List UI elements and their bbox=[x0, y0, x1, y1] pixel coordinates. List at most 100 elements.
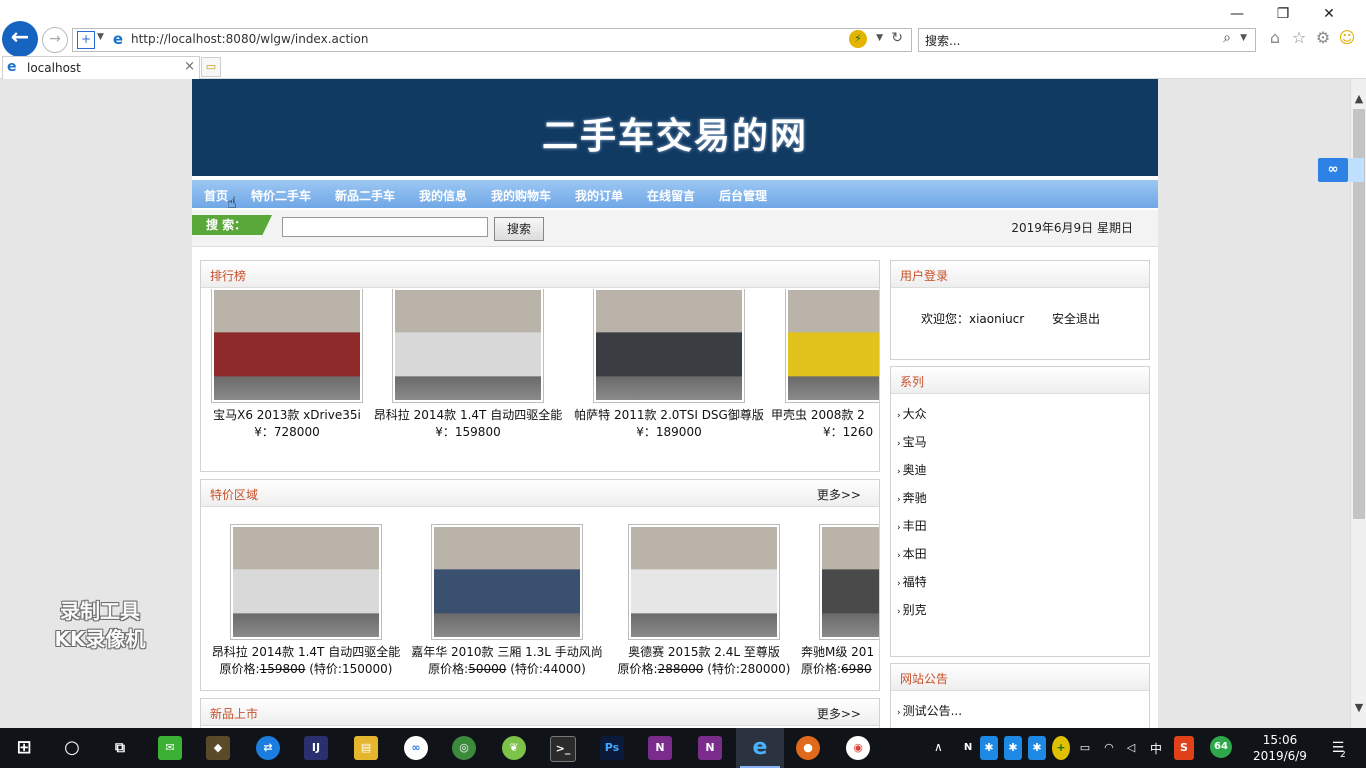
teamviewer-icon[interactable]: ⇄ bbox=[256, 736, 280, 760]
car-name[interactable]: 奥德赛 2015款 2.4L 至尊版 bbox=[604, 643, 804, 660]
compat-view-icon[interactable]: ⚡ bbox=[849, 30, 867, 48]
series-item-label[interactable]: 别克 bbox=[903, 603, 927, 617]
car-name[interactable]: 昂科拉 2014款 1.4T 自动四驱全能 bbox=[206, 643, 406, 660]
minimize-button[interactable]: — bbox=[1214, 4, 1260, 24]
ime-language[interactable]: 中 bbox=[1150, 740, 1162, 780]
wechat-icon[interactable]: ✉ bbox=[158, 736, 182, 760]
series-item-label[interactable]: 本田 bbox=[903, 547, 927, 561]
notice-item[interactable]: › 测试公告... bbox=[897, 702, 962, 728]
car-name[interactable]: 帕萨特 2011款 2.0TSI DSG御尊版 bbox=[569, 406, 769, 423]
series-item[interactable]: › 奔驰 bbox=[897, 489, 927, 517]
car-photo[interactable] bbox=[392, 289, 544, 403]
car-name[interactable]: 奔驰M级 201 bbox=[795, 643, 879, 660]
more-link[interactable]: 更多>> bbox=[817, 486, 861, 503]
site-search-input[interactable] bbox=[282, 217, 488, 237]
nav-messages[interactable]: 在线留言 bbox=[647, 187, 695, 204]
scroll-up-icon[interactable]: ▲ bbox=[1351, 91, 1366, 107]
series-item-label[interactable]: 奔驰 bbox=[903, 491, 927, 505]
task-view-icon[interactable]: ⧉ bbox=[108, 736, 132, 760]
series-item[interactable]: › 宝马 bbox=[897, 433, 927, 461]
series-item-label[interactable]: 大众 bbox=[903, 407, 927, 421]
game-app-icon[interactable]: ◆ bbox=[206, 736, 230, 760]
chevron-down-icon[interactable]: ▼ bbox=[876, 33, 883, 43]
notification-center-icon[interactable]: ☰ bbox=[1326, 736, 1350, 760]
car-name[interactable]: 宝马X6 2013款 xDrive35i bbox=[201, 406, 387, 423]
tab-close-icon[interactable]: × bbox=[184, 59, 195, 74]
chevron-down-icon[interactable]: ▼ bbox=[1240, 33, 1247, 43]
series-item-label[interactable]: 福特 bbox=[903, 575, 927, 589]
gear-icon[interactable]: ⚙ bbox=[1314, 28, 1332, 48]
car-photo[interactable] bbox=[593, 289, 745, 403]
search-circle-icon[interactable]: ○ bbox=[60, 736, 84, 760]
car-photo[interactable] bbox=[211, 289, 363, 403]
recorder-app-icon[interactable]: ● bbox=[796, 736, 820, 760]
car-card[interactable]: 嘉年华 2010款 三厢 1.3L 手动风尚 原价格:50000 (特价:440… bbox=[407, 524, 607, 677]
car-name[interactable]: 嘉年华 2010款 三厢 1.3L 手动风尚 bbox=[407, 643, 607, 660]
chrome-icon[interactable]: ◉ bbox=[846, 736, 870, 760]
globe-app-icon[interactable]: ◎ bbox=[452, 736, 476, 760]
series-item[interactable]: › 丰田 bbox=[897, 517, 927, 545]
nav-special[interactable]: 特价二手车 bbox=[251, 187, 311, 204]
favorites-star-icon[interactable]: ☆ bbox=[1290, 28, 1308, 48]
restore-button[interactable]: ❐ bbox=[1260, 4, 1306, 24]
series-item-label[interactable]: 奥迪 bbox=[903, 463, 927, 477]
series-item[interactable]: › 奥迪 bbox=[897, 461, 927, 489]
onenote-2-icon[interactable]: N bbox=[698, 736, 722, 760]
tray-app-icon[interactable]: ✱ bbox=[980, 736, 998, 760]
ie-taskbar-icon[interactable]: e bbox=[748, 736, 772, 760]
close-window-button[interactable]: ✕ bbox=[1306, 4, 1352, 24]
car-card[interactable]: 甲壳虫 2008款 2 ¥：1260 bbox=[761, 289, 879, 440]
nav-my-info[interactable]: 我的信息 bbox=[419, 187, 467, 204]
car-name[interactable]: 甲壳虫 2008款 2 bbox=[761, 406, 879, 423]
ime-icon[interactable]: N bbox=[956, 736, 980, 760]
forward-button[interactable]: → bbox=[42, 27, 68, 53]
url-text[interactable]: http://localhost:8080/wlgw/index.action bbox=[131, 32, 368, 46]
nav-home[interactable]: 首页 bbox=[204, 187, 228, 204]
system-clock[interactable]: 15:06 2019/6/9 bbox=[1246, 732, 1314, 764]
series-item[interactable]: › 福特 bbox=[897, 573, 927, 601]
search-placeholder[interactable]: 搜索... bbox=[925, 32, 960, 49]
car-card[interactable]: 奥德赛 2015款 2.4L 至尊版 原价格:288000 (特价:280000… bbox=[604, 524, 804, 677]
smiley-feedback-icon[interactable]: ☺ bbox=[1338, 28, 1356, 48]
series-item-label[interactable]: 丰田 bbox=[903, 519, 927, 533]
wifi-icon[interactable]: ◠ bbox=[1100, 736, 1118, 760]
search-icon[interactable]: ⌕ bbox=[1223, 30, 1231, 46]
car-card[interactable]: 帕萨特 2011款 2.0TSI DSG御尊版 ¥：189000 bbox=[569, 289, 769, 440]
intellij-icon[interactable]: IJ bbox=[304, 736, 328, 760]
series-item-label[interactable]: 宝马 bbox=[903, 435, 927, 449]
volume-icon[interactable]: ◁ bbox=[1122, 736, 1140, 760]
car-photo[interactable] bbox=[230, 524, 382, 640]
address-bar[interactable]: + ▼ e http://localhost:8080/wlgw/index.a… bbox=[72, 28, 912, 52]
photoshop-icon[interactable]: Ps bbox=[600, 736, 624, 760]
car-card[interactable]: 昂科拉 2014款 1.4T 自动四驱全能 原价格:159800 (特价:150… bbox=[206, 524, 406, 677]
car-card[interactable]: 昂科拉 2014款 1.4T 自动四驱全能 ¥：159800 bbox=[368, 289, 568, 440]
scroll-down-icon[interactable]: ▼ bbox=[1351, 700, 1366, 716]
car-card[interactable]: 奔驰M级 201 原价格:6980 bbox=[795, 524, 879, 677]
browser-tab[interactable]: e localhost × bbox=[2, 56, 200, 79]
series-item[interactable]: › 大众 bbox=[897, 405, 927, 433]
series-item[interactable]: › 本田 bbox=[897, 545, 927, 573]
car-photo[interactable] bbox=[431, 524, 583, 640]
site-search-button[interactable]: 搜索 bbox=[494, 217, 544, 241]
more-link[interactable]: 更多>> bbox=[817, 705, 861, 722]
add-favorite-icon[interactable]: + bbox=[77, 31, 95, 49]
side-widget-tab[interactable] bbox=[1348, 158, 1364, 182]
sogou-ime-icon[interactable]: S bbox=[1174, 736, 1194, 760]
car-card[interactable]: 宝马X6 2013款 xDrive35i ¥：728000 bbox=[201, 289, 387, 440]
chevron-down-icon[interactable]: ▼ bbox=[97, 32, 104, 42]
terminal-icon[interactable]: >_ bbox=[550, 736, 576, 762]
windows-start-icon[interactable]: ⊞ bbox=[12, 736, 36, 760]
battery-icon[interactable]: ▭ bbox=[1076, 736, 1094, 760]
security-badge[interactable]: 64 bbox=[1210, 736, 1232, 758]
nav-orders[interactable]: 我的订单 bbox=[575, 187, 623, 204]
tray-app-icon[interactable]: ✱ bbox=[1004, 736, 1022, 760]
new-tab-button[interactable]: ▭ bbox=[201, 57, 221, 77]
leaf-app-icon[interactable]: ❦ bbox=[502, 736, 526, 760]
tray-app-icon[interactable]: + bbox=[1052, 736, 1070, 760]
onenote-icon[interactable]: N bbox=[648, 736, 672, 760]
nav-cart[interactable]: 我的购物车 bbox=[491, 187, 551, 204]
notice-item-label[interactable]: 测试公告... bbox=[903, 704, 962, 718]
baidu-netdisk-icon[interactable]: ∞ bbox=[404, 736, 428, 760]
car-name[interactable]: 昂科拉 2014款 1.4T 自动四驱全能 bbox=[368, 406, 568, 423]
car-photo[interactable] bbox=[628, 524, 780, 640]
